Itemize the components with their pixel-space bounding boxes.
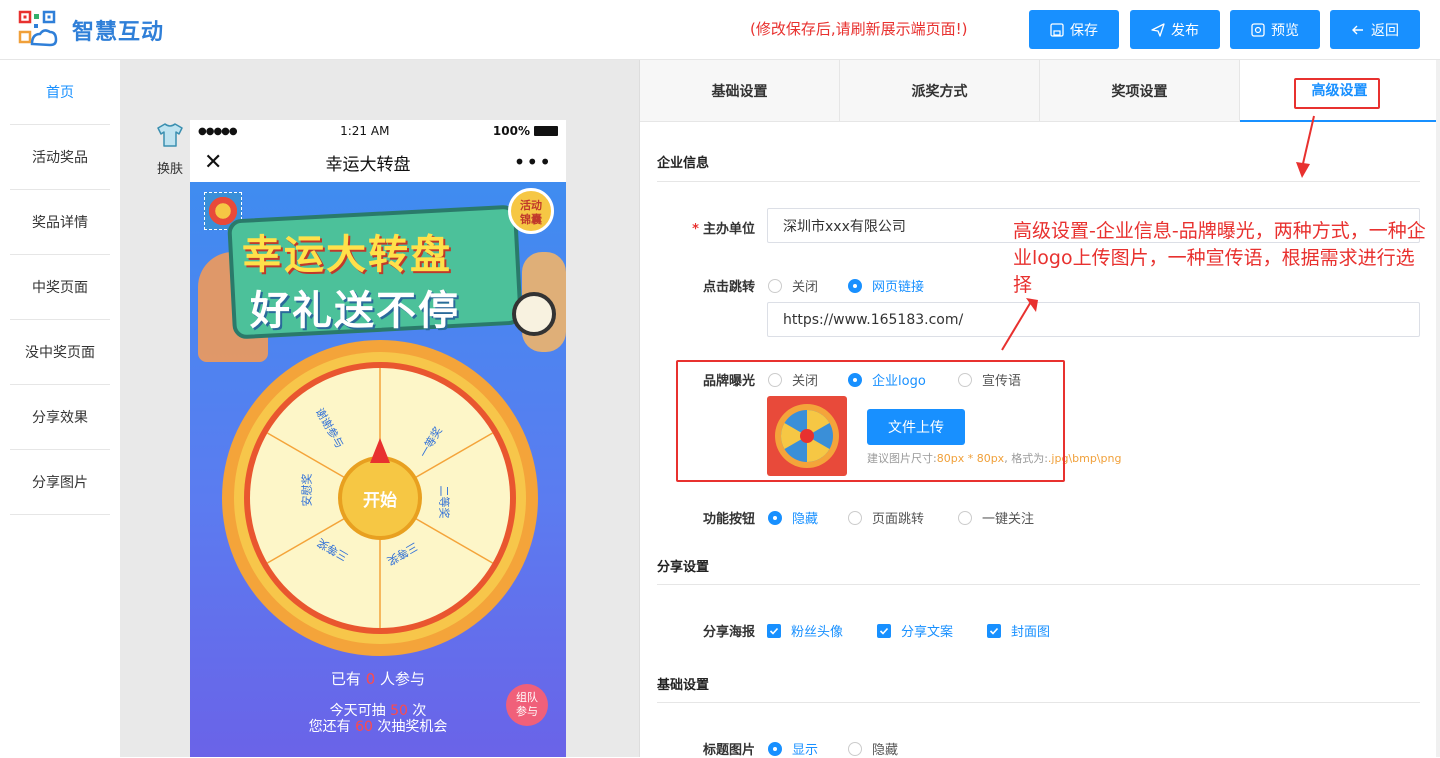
sidebar-item-lose-page[interactable]: 没中奖页面 bbox=[10, 320, 110, 385]
status-time: 1:21 AM bbox=[340, 124, 390, 138]
send-icon bbox=[1151, 22, 1165, 37]
save-icon bbox=[1050, 22, 1064, 37]
function-button-label: 功能按钮 bbox=[702, 512, 755, 527]
click-jump-off-radio[interactable]: 关闭 bbox=[768, 276, 818, 295]
phone-header: ✕ 幸运大转盘 ••• bbox=[190, 142, 566, 182]
divider bbox=[657, 702, 1420, 703]
battery-icon bbox=[533, 126, 558, 136]
remaining-draws-text: 您还有 60 次抽奖机会 bbox=[308, 719, 448, 735]
annotation-box-brand bbox=[676, 360, 1065, 482]
scrollbar[interactable] bbox=[1436, 60, 1440, 757]
annotation-text: 高级设置-企业信息-品牌曝光，两种方式，一种企业logo上传图片，一种宣传语，根… bbox=[1013, 220, 1426, 296]
logo-icon bbox=[18, 10, 58, 50]
signal-indicator: ●●●●● bbox=[198, 125, 238, 137]
url-input[interactable]: https://www.165183.com/ bbox=[767, 302, 1420, 337]
sidebar-item-home[interactable]: 首页 bbox=[10, 60, 110, 125]
divider bbox=[657, 181, 1420, 182]
poster-cover-checkbox[interactable]: 封面图 bbox=[987, 621, 1050, 640]
activity-badge[interactable]: 活动锦囊 bbox=[508, 188, 554, 234]
arrow-left-icon bbox=[1352, 25, 1363, 34]
lottery-stage: 幸运大转盘 好礼送不停 活动锦囊 谢谢参与 一等奖 二等奖 三等奖 三等奖 安慰… bbox=[190, 182, 566, 757]
skin-label: 换肤 bbox=[156, 162, 183, 177]
tab-basic-settings[interactable]: 基础设置 bbox=[640, 60, 840, 122]
divider bbox=[657, 584, 1420, 585]
sidebar-item-win-page[interactable]: 中奖页面 bbox=[10, 255, 110, 320]
sidebar-item-share-image[interactable]: 分享图片 bbox=[10, 450, 110, 515]
func-follow-radio[interactable]: 一键关注 bbox=[958, 508, 1034, 527]
click-jump-link-radio[interactable]: 网页链接 bbox=[848, 276, 924, 295]
click-jump-label: 点击跳转 bbox=[702, 280, 755, 295]
preview-icon bbox=[1251, 22, 1265, 37]
wheel-seg-second: 二等奖 bbox=[437, 485, 451, 519]
close-icon[interactable]: ✕ bbox=[204, 150, 222, 175]
banner-line1: 幸运大转盘 bbox=[242, 232, 452, 278]
title-image-hide-radio[interactable]: 隐藏 bbox=[848, 739, 898, 758]
app-name: 智慧互动 bbox=[72, 20, 165, 45]
phone-frame: ●●●●● 1:21 AM 100% ✕ 幸运大转盘 ••• 幸运大转盘 好礼送… bbox=[190, 120, 566, 757]
sidebar-item-prizes[interactable]: 活动奖品 bbox=[10, 125, 110, 190]
phone-status-bar: ●●●●● 1:21 AM 100% bbox=[190, 120, 566, 142]
share-poster-label: 分享海报 bbox=[702, 625, 755, 640]
start-button[interactable]: 开始 bbox=[350, 486, 410, 511]
back-button[interactable]: 返回 bbox=[1330, 10, 1420, 49]
sidebar-item-prize-detail[interactable]: 奖品详情 bbox=[10, 190, 110, 255]
save-button[interactable]: 保存 bbox=[1029, 10, 1119, 49]
check-icon bbox=[877, 623, 891, 638]
sidebar-item-share-effect[interactable]: 分享效果 bbox=[10, 385, 110, 450]
func-jump-radio[interactable]: 页面跳转 bbox=[848, 508, 924, 527]
magnifier-icon bbox=[512, 292, 556, 336]
tshirt-icon bbox=[157, 123, 183, 147]
section-basic-settings: 基础设置 bbox=[657, 678, 710, 693]
save-notice: (修改保存后,请刷新展示端页面!) bbox=[750, 20, 968, 38]
banner-line2: 好礼送不停 bbox=[250, 288, 460, 334]
title-image-show-radio[interactable]: 显示 bbox=[768, 739, 818, 758]
section-share-settings: 分享设置 bbox=[657, 560, 710, 575]
func-hide-radio[interactable]: 隐藏 bbox=[768, 508, 818, 527]
host-label: * 主办单位 bbox=[692, 222, 755, 237]
top-bar: 智慧互动 (修改保存后,请刷新展示端页面!) 保存 发布 预览 返回 bbox=[0, 0, 1440, 60]
more-icon[interactable]: ••• bbox=[514, 150, 552, 174]
phone-page-title: 幸运大转盘 bbox=[325, 154, 411, 175]
poster-avatar-checkbox[interactable]: 粉丝头像 bbox=[767, 621, 843, 640]
tab-award-method[interactable]: 派奖方式 bbox=[840, 60, 1040, 122]
publish-button[interactable]: 发布 bbox=[1130, 10, 1220, 49]
skin-button[interactable]: 换肤 bbox=[150, 122, 190, 177]
sidebar: 首页 活动奖品 奖品详情 中奖页面 没中奖页面 分享效果 分享图片 bbox=[0, 60, 120, 757]
participants-text: 已有 0 人参与 bbox=[330, 670, 426, 688]
poster-copy-checkbox[interactable]: 分享文案 bbox=[877, 621, 953, 640]
check-icon bbox=[987, 623, 1001, 638]
app-logo[interactable]: 智慧互动 bbox=[18, 10, 164, 50]
preview-button[interactable]: 预览 bbox=[1230, 10, 1320, 49]
team-join-badge[interactable]: 组队参与 bbox=[506, 684, 548, 726]
battery: 100% bbox=[493, 124, 558, 138]
section-company-info: 企业信息 bbox=[657, 156, 710, 171]
tab-prize-settings[interactable]: 奖项设置 bbox=[1040, 60, 1240, 122]
check-icon bbox=[767, 623, 781, 638]
wheel-seg-consolation: 安慰奖 bbox=[300, 473, 314, 507]
phone-preview-area: 换肤 ●●●●● 1:21 AM 100% ✕ 幸运大转盘 ••• 幸运大转盘 … bbox=[120, 60, 640, 757]
title-image-label: 标题图片 bbox=[702, 743, 755, 758]
annotation-box-tab bbox=[1294, 78, 1380, 109]
